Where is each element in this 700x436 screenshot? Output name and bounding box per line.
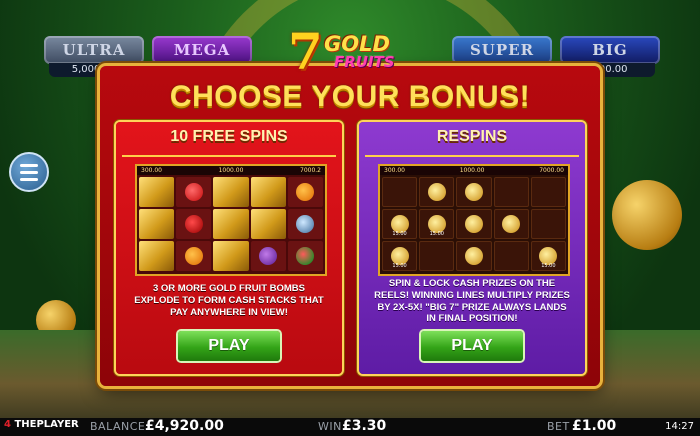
respins-preview: 300.00 1000.00 7000.00 15.00 15.00 15.00… — [378, 164, 570, 276]
gold-stack — [250, 209, 286, 239]
gold-fruit-symbol: 15.00 — [419, 209, 455, 239]
gold-stack — [213, 209, 249, 239]
gold-stack — [139, 241, 175, 271]
bet-value[interactable]: £1.00 — [572, 418, 616, 434]
empty-cell — [419, 241, 455, 271]
brand-logo: 4 THEPLAYER — [4, 419, 79, 430]
gold-grapes-icon — [464, 183, 483, 201]
preview-value: 1000.00 — [459, 167, 485, 174]
jackpot-ultra: ULTRA — [44, 36, 144, 64]
respins-description: SPIN & LOCK CASH PRIZES ON THE REELS! WI… — [374, 278, 570, 325]
free-spins-panel: 10 FREE SPINS 300.00 1000.00 7000.2 3 OR… — [116, 122, 342, 374]
free-spins-preview: 300.00 1000.00 7000.2 — [135, 164, 327, 276]
brand-number: 4 — [4, 419, 11, 430]
gold-fruit-symbol: 15.00 — [382, 241, 418, 271]
empty-cell — [493, 177, 529, 207]
cherry-icon — [184, 215, 203, 233]
divider — [365, 155, 579, 157]
cell-prize: 15.00 — [392, 263, 407, 269]
free-spins-description: 3 OR MORE GOLD FRUIT BOMBS EXPLODE TO FO… — [134, 283, 324, 318]
respins-title: RESPINS — [436, 128, 508, 145]
respins-panel: RESPINS 300.00 1000.00 7000.00 15.00 15.… — [359, 122, 585, 374]
respins-play-button[interactable]: PLAY — [421, 331, 523, 361]
preview-value: 300.00 — [384, 167, 405, 174]
preview-value: 7000.00 — [539, 167, 564, 174]
orange-icon — [296, 183, 315, 201]
orange-icon — [184, 247, 203, 265]
gold-lemon-icon — [464, 247, 483, 265]
gold-stack — [213, 241, 249, 271]
game-logo: 7 GOLD FRUITS — [288, 22, 414, 81]
free-spins-play-button[interactable]: PLAY — [178, 331, 280, 361]
strawberry-symbol — [176, 177, 212, 207]
empty-cell — [382, 177, 418, 207]
gold-fruit-symbol — [456, 209, 492, 239]
bet-label: BET — [547, 420, 570, 433]
gold-fruit-symbol: 15.00 — [530, 241, 566, 271]
strawberry-icon — [184, 183, 203, 201]
free-spins-title: 10 FREE SPINS — [170, 128, 288, 145]
preview-value: 300.00 — [141, 167, 162, 174]
preview-jackpot-strip: 300.00 1000.00 7000.00 — [380, 166, 568, 175]
bomb-symbol — [287, 209, 323, 239]
fruit-bomb-icon — [296, 215, 315, 233]
preview-reels — [139, 177, 323, 271]
cherry-symbol — [176, 209, 212, 239]
background-coin — [612, 180, 682, 250]
empty-cell — [530, 209, 566, 239]
hamburger-icon — [20, 163, 38, 167]
brand-text: THEPLAYER — [14, 419, 79, 430]
plum-symbol — [250, 241, 286, 271]
clock: 14:27 — [665, 421, 694, 432]
cell-prize: 15.00 — [541, 263, 556, 269]
gold-fruit-symbol — [493, 209, 529, 239]
win-value: £3.30 — [342, 418, 387, 434]
preview-jackpot-strip: 300.00 1000.00 7000.2 — [137, 166, 325, 175]
watermelon-symbol — [287, 241, 323, 271]
preview-reels: 15.00 15.00 15.00 15.00 — [382, 177, 566, 271]
divider — [122, 155, 336, 157]
gold-stack — [250, 177, 286, 207]
menu-button[interactable] — [9, 152, 49, 192]
gold-fruit-symbol — [419, 177, 455, 207]
orange-symbol — [176, 241, 212, 271]
preview-value: 7000.2 — [300, 167, 321, 174]
jackpot-super: SUPER — [452, 36, 552, 64]
jackpot-big: BIG — [560, 36, 660, 64]
gold-stack — [139, 177, 175, 207]
hamburger-icon — [20, 170, 38, 174]
cell-prize: 15.00 — [392, 231, 407, 237]
dialog-title: CHOOSE YOUR BONUS! — [169, 80, 531, 113]
bottom-status-bar: 4 THEPLAYER BALANCE £4,920.00 WIN £3.30 … — [0, 418, 700, 436]
gold-cherry-icon — [502, 215, 521, 233]
logo-seven: 7 — [288, 22, 323, 81]
gold-fruit-symbol — [456, 177, 492, 207]
hamburger-icon — [20, 177, 38, 181]
gold-lemon-icon — [427, 183, 446, 201]
watermelon-icon — [296, 247, 315, 265]
logo-fruits: FRUITS — [334, 53, 395, 71]
gold-stack — [139, 209, 175, 239]
cell-prize: 15.00 — [429, 231, 444, 237]
balance-label: BALANCE — [90, 420, 146, 433]
gold-fruit-symbol: 15.00 — [382, 209, 418, 239]
balance-value: £4,920.00 — [145, 418, 224, 434]
gold-cherry-icon — [464, 215, 483, 233]
empty-cell — [493, 241, 529, 271]
gold-stack — [213, 177, 249, 207]
plum-icon — [259, 247, 278, 265]
jackpot-mega: MEGA — [152, 36, 252, 64]
preview-value: 1000.00 — [218, 167, 244, 174]
orange-symbol — [287, 177, 323, 207]
win-label: WIN — [318, 420, 342, 433]
gold-fruit-symbol — [456, 241, 492, 271]
empty-cell — [530, 177, 566, 207]
